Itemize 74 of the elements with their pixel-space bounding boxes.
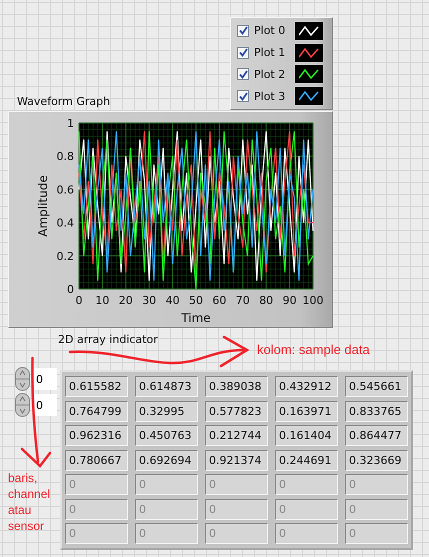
array-label: 2D array indicator: [58, 333, 158, 346]
axis-tick-label: 0.2: [56, 250, 74, 263]
array-element: 0.764799: [65, 400, 128, 422]
array-element: 0: [135, 498, 198, 520]
plot-name: Plot 2: [254, 68, 286, 81]
axis-tick-label: 0.8: [56, 150, 74, 164]
plot-checkbox[interactable]: [237, 46, 249, 59]
axis-tick-label: 60: [212, 294, 226, 307]
array-element: 0: [65, 474, 128, 495]
axis-tick-label: 0: [67, 283, 74, 296]
array-element: 0.780667: [65, 450, 128, 470]
plot-name: Plot 0: [254, 24, 286, 38]
axis-tick-label: 0: [76, 294, 82, 307]
array-element: 0.962316: [65, 425, 128, 446]
array-element: 0.833765: [345, 400, 408, 422]
array-element: 0.161404: [275, 425, 338, 446]
axis-tick-label: 90: [282, 294, 297, 307]
axis-tick-label: 0.4: [56, 216, 74, 230]
line-style-swatch[interactable]: [295, 87, 323, 106]
array-element: 0.163971: [275, 400, 338, 422]
array-element: 0: [275, 474, 338, 495]
axis-tick-label: 30: [142, 294, 156, 307]
axis-tick-label: 100: [302, 294, 324, 307]
array-element: 0: [205, 498, 268, 520]
array-element: 0: [275, 523, 338, 544]
array-element: 0.432912: [275, 376, 338, 397]
axis-tick-label: 10: [95, 294, 110, 307]
array-element: 0.615582: [65, 376, 128, 397]
array-element: 0: [205, 523, 268, 544]
axis-tick-label: 1: [67, 117, 74, 130]
array-element: 0: [65, 523, 128, 544]
axis-title: Amplitude: [36, 175, 50, 237]
index-field[interactable]: 0: [34, 368, 57, 390]
axis-title: Time: [181, 311, 211, 325]
array-element: 0: [345, 523, 408, 544]
array-element: 0.921374: [205, 450, 268, 470]
plot-name: Plot 1: [254, 46, 286, 60]
array-element: 0: [275, 498, 338, 520]
line-style-swatch[interactable]: [295, 22, 323, 40]
array-element: 0.323669: [345, 450, 408, 470]
array-element: 0: [65, 498, 128, 520]
plot-checkbox[interactable]: [237, 68, 249, 80]
array-element: 0.389038: [205, 376, 268, 397]
line-style-swatch[interactable]: [295, 65, 323, 84]
array-element: 0.450763: [135, 425, 198, 446]
plot-name: Plot 3: [254, 90, 286, 103]
array-element: 0.244691: [275, 450, 338, 470]
array-element: 0: [205, 474, 268, 495]
axis-tick-label: 0.6: [56, 183, 74, 196]
axis-tick-label: 20: [118, 294, 133, 307]
array-element: 0.692694: [135, 450, 198, 470]
line-style-swatch[interactable]: [295, 44, 323, 62]
increment-decrement-icon[interactable]: [15, 367, 30, 391]
array-element: 0.32995: [135, 400, 198, 422]
annotation-text: baris, channel atau sensor: [8, 470, 52, 534]
axis-tick-label: 70: [236, 294, 250, 307]
axis-tick-label: 50: [189, 294, 203, 307]
array-element: 0: [135, 523, 198, 544]
array-element: 0: [345, 498, 408, 520]
array-element: 0.212744: [205, 425, 268, 446]
array-element: 0.864477: [345, 425, 408, 446]
annotation-text: kolom: sample data: [257, 341, 370, 359]
array-element: 0: [135, 474, 198, 495]
increment-decrement-icon[interactable]: [15, 393, 30, 417]
index-field[interactable]: 0: [34, 394, 57, 416]
axis-tick-label: 40: [166, 294, 180, 307]
plot-checkbox[interactable]: [237, 24, 249, 37]
plot-checkbox[interactable]: [237, 90, 249, 102]
axis-tick-label: 80: [259, 294, 274, 307]
array-element: 0.545661: [345, 376, 408, 397]
graph-label: Waveform Graph: [17, 95, 110, 108]
array-element: 0: [345, 474, 408, 495]
array-element: 0.577823: [205, 400, 268, 422]
array-element: 0.614873: [135, 376, 198, 397]
